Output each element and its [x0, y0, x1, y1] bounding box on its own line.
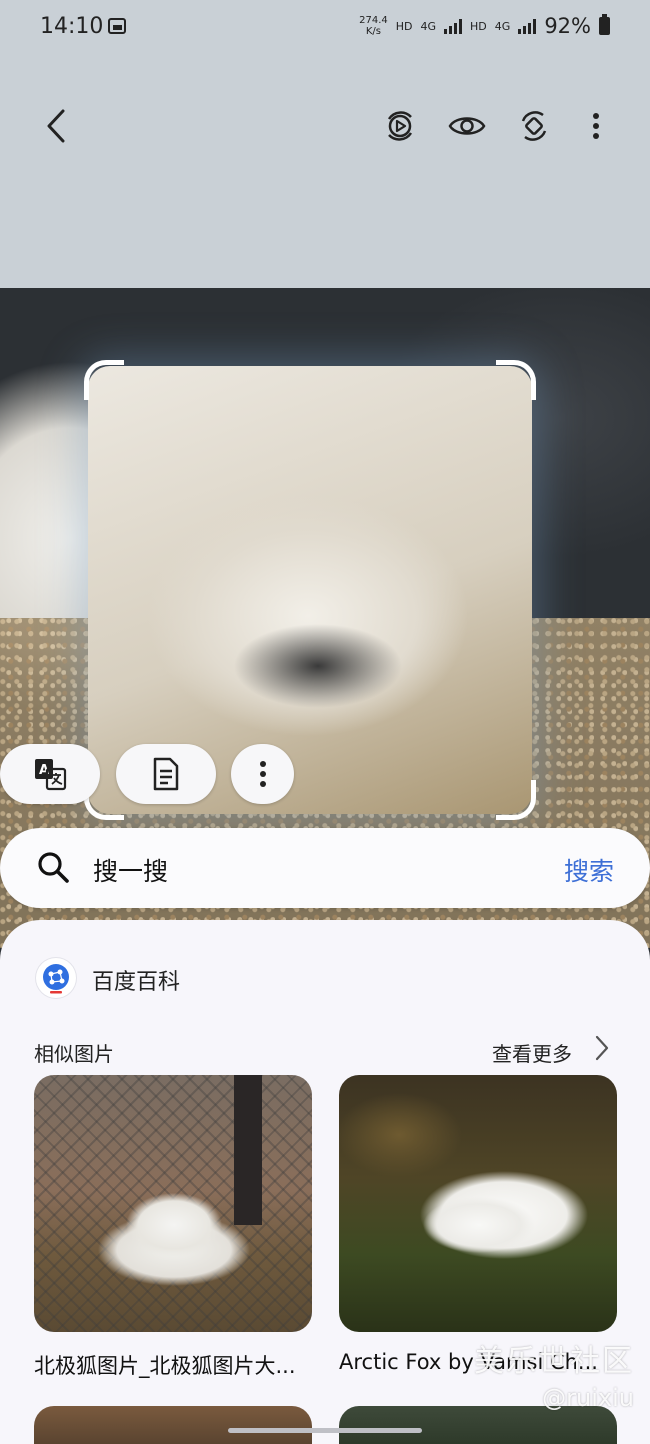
view-more-link[interactable]: 查看更多: [492, 1038, 572, 1067]
battery-icon: [599, 14, 610, 35]
gallery-notification-icon: [108, 18, 126, 34]
baidu-baike-logo-icon[interactable]: [36, 958, 76, 998]
status-indicators: 274.4 K/s HD 4G HD 4G 92%: [359, 14, 610, 38]
search-bar[interactable]: 搜一搜 搜索: [0, 828, 650, 908]
watermark-line-2: @ruixiu: [542, 1384, 634, 1412]
status-bar: 14:10 274.4 K/s HD 4G HD 4G 92%: [0, 0, 650, 56]
search-icon: [36, 850, 70, 888]
top-toolbar: [0, 56, 650, 288]
similar-image-caption-1[interactable]: 北极狐图片_北极狐图片大...: [34, 1350, 312, 1380]
signal-icon: [444, 18, 463, 34]
extract-text-button[interactable]: [116, 744, 216, 804]
search-input[interactable]: 搜一搜: [93, 852, 168, 888]
hd-label-2: HD: [470, 19, 487, 33]
more-vert-icon: [259, 761, 266, 787]
network-type: 4G: [420, 19, 437, 33]
chevron-right-icon[interactable]: [594, 1034, 610, 1066]
crop-handle-top-left[interactable]: [84, 360, 124, 400]
status-time: 14:10: [40, 14, 104, 39]
back-icon[interactable]: [32, 102, 80, 150]
live-photo-icon[interactable]: [376, 102, 424, 150]
hd-label: HD: [395, 19, 413, 33]
similar-image-1[interactable]: [34, 1075, 312, 1332]
more-actions-button[interactable]: [231, 744, 294, 804]
section-title: 相似图片: [34, 1042, 114, 1066]
network-speed: 274.4 K/s: [359, 15, 388, 37]
fence-post: [234, 1075, 262, 1225]
watermark: 美乐世社区 @ruixiu: [474, 1336, 634, 1412]
translate-button[interactable]: A: [0, 744, 100, 804]
signal-icon-2: [518, 18, 537, 34]
watermark-line-1: 美乐世社区: [474, 1344, 634, 1379]
document-icon: [153, 757, 179, 791]
source-name[interactable]: 百度百科: [92, 964, 180, 996]
similar-image-2[interactable]: [339, 1075, 617, 1332]
battery-percent: 92%: [544, 14, 591, 38]
home-indicator[interactable]: [228, 1428, 422, 1433]
more-vert-icon[interactable]: [572, 102, 620, 150]
network-type-2: 4G: [494, 19, 511, 33]
similar-image-3-partial[interactable]: [34, 1406, 312, 1444]
translate-icon: A: [35, 759, 67, 791]
search-button[interactable]: 搜索: [564, 852, 614, 888]
crop-handle-top-right[interactable]: [496, 360, 536, 400]
rotate-icon[interactable]: [510, 102, 558, 150]
eye-icon[interactable]: [443, 102, 491, 150]
